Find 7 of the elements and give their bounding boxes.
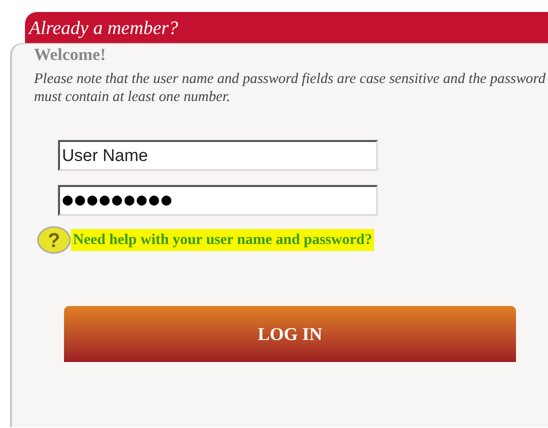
section-title: Already a member? [29,18,178,38]
username-field[interactable]: User Name [58,140,378,171]
welcome-heading: Welcome! [34,45,107,65]
note-text: Please note that the user name and password fields are case sensitive and the password must contain at least one number. [34,70,546,106]
login-button[interactable]: LOG IN [64,306,516,362]
help-icon: ? [37,226,71,254]
password-field[interactable]: ●●●●●●●●● [58,185,378,216]
